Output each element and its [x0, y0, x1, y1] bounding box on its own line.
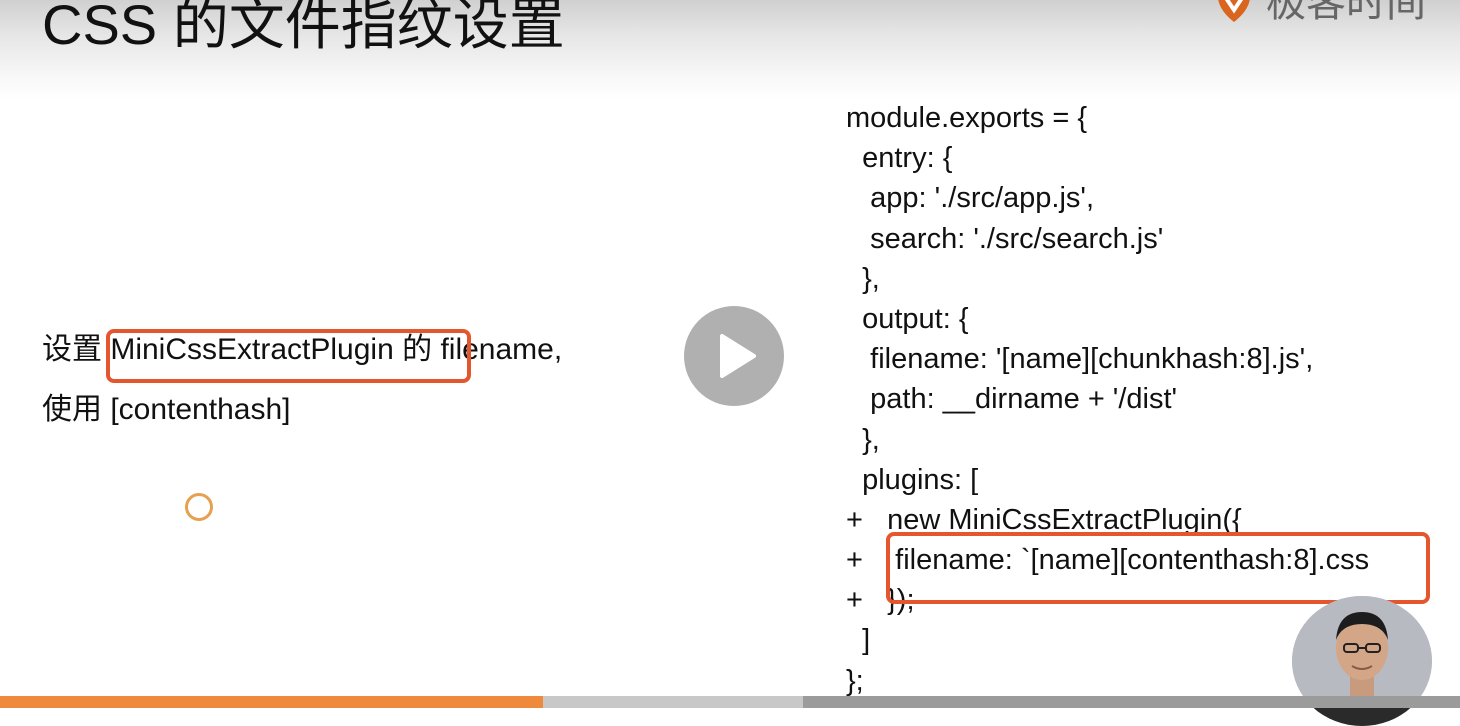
code-line: plugins: [ [846, 463, 979, 496]
code-block: module.exports = { entry: { app: './src/… [846, 98, 1369, 701]
code-line: path: __dirname + '/dist' [846, 383, 1178, 416]
logo-icon [1218, 0, 1250, 22]
plugin-highlight-box [106, 329, 471, 383]
slide-header: CSS 的文件指纹设置 极客时间 [0, 0, 1460, 100]
code-highlight-box [886, 532, 1430, 604]
bullet-line-2: 使用 [contenthash] [42, 393, 291, 426]
code-line: output: { [846, 302, 969, 335]
code-line: }; [846, 664, 864, 697]
code-line: ] [846, 624, 871, 657]
video-progress-bar[interactable] [0, 696, 1460, 708]
bullet-prefix: 设置 [42, 333, 102, 366]
play-icon [720, 334, 756, 378]
logo-text: 极客时间 [1266, 0, 1426, 25]
code-line: search: './src/search.js' [846, 222, 1164, 255]
slide-title: CSS 的文件指纹设置 [42, 0, 565, 56]
play-button[interactable] [684, 306, 784, 406]
code-line: app: './src/app.js', [846, 182, 1095, 215]
code-line: }, [846, 423, 880, 456]
progress-fill [0, 696, 543, 708]
code-line: }, [846, 262, 880, 295]
code-line: filename: '[name][chunkhash:8].js', [846, 343, 1314, 376]
progress-buffer [543, 696, 803, 708]
code-line: entry: { [846, 142, 953, 175]
code-line: module.exports = { [846, 102, 1088, 134]
pointer-circle-icon [185, 493, 213, 521]
